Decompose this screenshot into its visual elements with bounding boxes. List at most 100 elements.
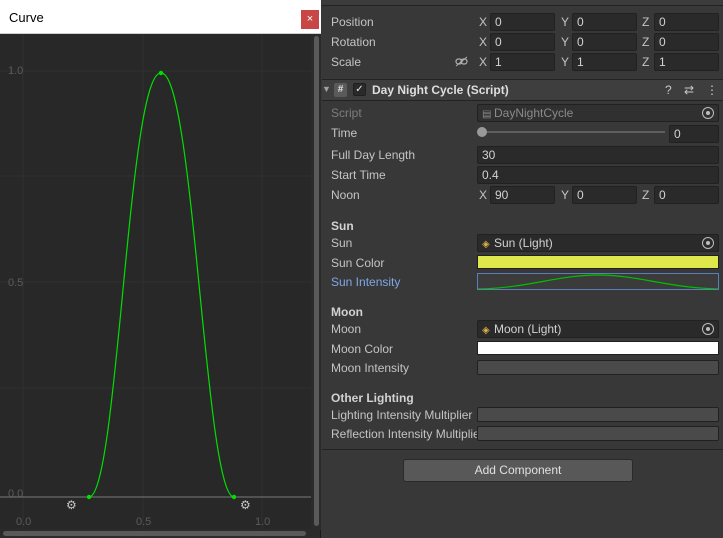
script-file-icon: ▤ — [482, 109, 492, 120]
rotation-row: Rotation X 0 Y 0 Z 0 — [322, 32, 723, 52]
position-label[interactable]: Position — [331, 15, 374, 29]
axis-z-label[interactable]: Z — [642, 15, 649, 29]
preset-icon[interactable]: ⇄ — [684, 83, 694, 97]
curve-graph — [0, 34, 311, 530]
curve-key-peak[interactable] — [158, 70, 164, 76]
time-field[interactable]: 0 — [669, 125, 719, 143]
sun-value: Sun (Light) — [494, 236, 553, 250]
rotation-x-field[interactable]: 0 — [490, 33, 555, 51]
position-x-field[interactable]: 0 — [490, 13, 555, 31]
axis-x-label[interactable]: X — [479, 55, 487, 69]
component-title: Day Night Cycle (Script) — [372, 83, 509, 97]
axis-x-label[interactable]: X — [479, 15, 487, 29]
script-value: DayNightCycle — [494, 106, 574, 120]
scale-z-field[interactable]: 1 — [654, 53, 719, 71]
noon-y-field[interactable]: 0 — [572, 186, 637, 204]
key-settings-icon[interactable]: ⚙ — [66, 498, 77, 512]
axis-y-label[interactable]: Y — [561, 15, 569, 29]
horizontal-scrollbar[interactable] — [0, 529, 311, 538]
curve-key-start[interactable] — [86, 494, 92, 500]
foldout-arrow-icon[interactable]: ▼ — [322, 84, 331, 94]
axis-y-label[interactable]: Y — [561, 188, 569, 202]
noon-label[interactable]: Noon — [331, 188, 360, 202]
lighting-multiplier-label: Lighting Intensity Multiplier — [331, 408, 473, 422]
time-row: Time — [322, 123, 723, 143]
start-time-row: Start Time 0.4 — [322, 165, 723, 185]
rotation-label[interactable]: Rotation — [331, 35, 376, 49]
help-icon[interactable]: ? — [665, 83, 672, 97]
scale-x-field[interactable]: 1 — [490, 53, 555, 71]
full-day-length-label[interactable]: Full Day Length — [331, 148, 415, 162]
transform-header[interactable] — [322, 0, 723, 6]
sun-object-field[interactable]: ◈ Sun (Light) — [477, 234, 719, 252]
scale-label[interactable]: Scale — [331, 55, 361, 69]
x-axis-label: 0.0 — [16, 516, 32, 528]
curve-window-titlebar[interactable]: Curve × — [0, 0, 321, 34]
full-day-length-field[interactable]: 30 — [477, 146, 719, 164]
key-settings-icon[interactable]: ⚙ — [240, 498, 251, 512]
axis-y-label[interactable]: Y — [561, 55, 569, 69]
constrain-proportions-icon[interactable] — [455, 56, 468, 67]
light-icon: ◈ — [482, 325, 490, 336]
axis-x-label[interactable]: X — [479, 35, 487, 49]
close-button[interactable]: × — [301, 10, 319, 29]
component-divider — [322, 449, 723, 450]
position-row: Position X 0 Y 0 Z 0 — [322, 12, 723, 32]
moon-intensity-label: Moon Intensity — [331, 361, 410, 375]
add-component-button[interactable]: Add Component — [403, 459, 633, 482]
sun-intensity-curve-field[interactable] — [477, 273, 719, 290]
scrollbar-thumb[interactable] — [3, 531, 306, 536]
moon-color-label: Moon Color — [331, 342, 394, 356]
x-axis-label: 1.0 — [255, 516, 271, 528]
component-header[interactable]: ▼ # ✓ Day Night Cycle (Script) ? ⇄ ⋮ — [322, 79, 723, 101]
moon-label: Moon — [331, 322, 362, 336]
rotation-y-field[interactable]: 0 — [572, 33, 637, 51]
object-picker-icon[interactable] — [702, 107, 714, 119]
rotation-z-field[interactable]: 0 — [654, 33, 719, 51]
lighting-multiplier-curve-field[interactable] — [477, 407, 719, 422]
script-label: Script — [331, 106, 362, 120]
curve-key-end[interactable] — [231, 494, 237, 500]
time-label[interactable]: Time — [331, 126, 357, 140]
moon-intensity-curve-field[interactable] — [477, 360, 719, 375]
position-z-field[interactable]: 0 — [654, 13, 719, 31]
axis-z-label[interactable]: Z — [642, 55, 649, 69]
start-time-field[interactable]: 0.4 — [477, 166, 719, 184]
reflection-multiplier-label: Reflection Intensity Multiplier — [331, 427, 477, 441]
position-y-field[interactable]: 0 — [572, 13, 637, 31]
object-picker-icon[interactable] — [702, 323, 714, 335]
script-field[interactable]: ▤ DayNightCycle — [477, 104, 719, 122]
light-icon: ◈ — [482, 239, 490, 250]
curve-editor-canvas[interactable]: 1.0 0.5 0.0 0.0 0.5 1.0 ⚙ ⚙ — [0, 34, 311, 530]
object-picker-icon[interactable] — [702, 237, 714, 249]
axis-z-label[interactable]: Z — [642, 188, 649, 202]
axis-z-label[interactable]: Z — [642, 35, 649, 49]
scale-row: Scale X 1 Y 1 Z 1 — [322, 52, 723, 72]
script-row: Script ▤ DayNightCycle — [322, 103, 723, 123]
time-slider-handle[interactable] — [477, 127, 487, 137]
moon-object-field[interactable]: ◈ Moon (Light) — [477, 320, 719, 338]
menu-icon[interactable]: ⋮ — [706, 83, 718, 97]
start-time-label[interactable]: Start Time — [331, 168, 386, 182]
reflection-multiplier-curve-field[interactable] — [477, 426, 719, 441]
inspector-panel: Position X 0 Y 0 Z 0 Rotation X 0 Y 0 Z … — [322, 0, 723, 538]
time-slider-track[interactable] — [482, 131, 665, 133]
vertical-scrollbar[interactable] — [312, 34, 321, 530]
noon-x-field[interactable]: 90 — [490, 186, 555, 204]
noon-z-field[interactable]: 0 — [654, 186, 719, 204]
moon-section-header: Moon — [331, 305, 363, 319]
sun-section-header: Sun — [331, 219, 354, 233]
scale-y-field[interactable]: 1 — [572, 53, 637, 71]
moon-row: Moon ◈ Moon (Light) — [322, 319, 723, 339]
scrollbar-thumb[interactable] — [314, 36, 319, 526]
axis-y-label[interactable]: Y — [561, 35, 569, 49]
y-axis-label: 0.0 — [8, 488, 24, 500]
component-enabled-checkbox[interactable]: ✓ — [353, 83, 366, 96]
moon-color-swatch[interactable] — [477, 341, 719, 355]
curve-line — [88, 72, 235, 498]
curve-grid — [0, 34, 311, 530]
axis-x-label[interactable]: X — [479, 188, 487, 202]
full-day-length-row: Full Day Length 30 — [322, 145, 723, 165]
sun-color-swatch[interactable] — [477, 255, 719, 269]
curve-window-title: Curve — [9, 10, 44, 25]
